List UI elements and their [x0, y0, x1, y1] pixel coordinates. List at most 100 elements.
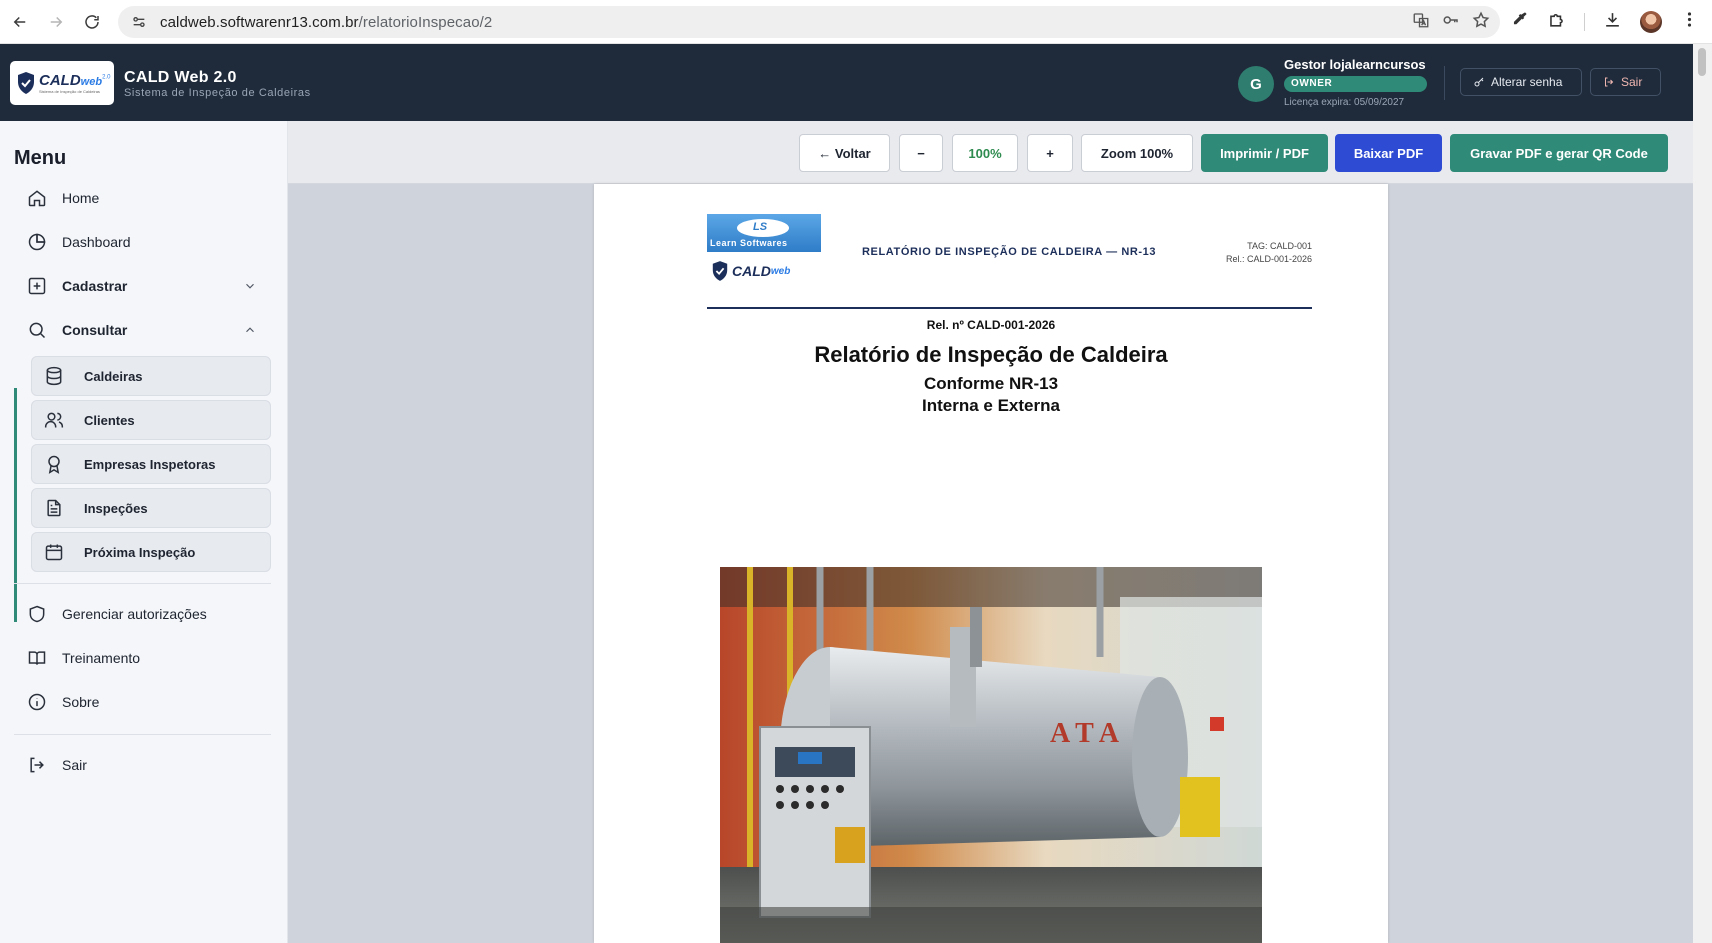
sidebar-divider — [14, 734, 271, 735]
shield-icon — [27, 604, 47, 624]
info-icon — [27, 692, 47, 712]
sidebar-item-label: Sobre — [62, 694, 100, 710]
extensions-icon[interactable] — [1547, 10, 1566, 34]
back-button[interactable]: ← Voltar — [799, 134, 890, 172]
logout-icon — [1605, 77, 1614, 87]
sidebar-item-label: Home — [62, 190, 100, 206]
sidebar-item-cadastrar[interactable]: Cadastrar — [27, 273, 271, 299]
submenu-item-label: Próxima Inspeção — [84, 544, 196, 560]
sidebar-logout[interactable]: Sair — [27, 752, 271, 778]
report-header-title: RELATÓRIO DE INSPEÇÃO DE CALDEIRA — NR-1… — [862, 246, 1157, 258]
sidebar-item-consultar[interactable]: Consultar — [27, 317, 271, 343]
file-text-icon — [44, 498, 64, 518]
shield-logo-icon — [712, 261, 728, 281]
zoom-out-button[interactable]: − — [899, 134, 943, 172]
eyedropper-icon[interactable] — [1510, 10, 1529, 34]
password-key-icon[interactable] — [1442, 11, 1460, 34]
main-content: ← Voltar − 100% + Zoom 100% Imprimir / P… — [288, 121, 1693, 943]
change-password-button[interactable]: Alterar senha — [1460, 68, 1582, 96]
more-options-icon[interactable] — [1680, 10, 1699, 34]
database-icon — [44, 366, 64, 386]
submenu-item-label: Caldeiras — [84, 368, 143, 384]
user-name: Gestor lojalearncursos — [1284, 57, 1426, 72]
book-icon — [27, 648, 47, 668]
sidebar-item-sobre[interactable]: Sobre — [27, 689, 271, 715]
cald-logo-text: CALD — [732, 263, 771, 279]
submenu-indicator — [14, 388, 17, 622]
sidebar-item-label: Cadastrar — [62, 278, 128, 294]
logo-web-text: web — [80, 75, 103, 88]
user-avatar[interactable]: G — [1238, 66, 1274, 102]
page-scrollbar[interactable] — [1693, 44, 1712, 943]
back-icon[interactable] — [2, 4, 38, 40]
zoom-level: 100% — [952, 134, 1018, 172]
submenu-item-proxima-inspecao[interactable]: Próxima Inspeção — [31, 532, 271, 572]
license-expiry: Licença expira: 05/09/2027 — [1284, 97, 1405, 108]
print-pdf-button[interactable]: Imprimir / PDF — [1201, 134, 1328, 172]
site-settings-icon[interactable] — [128, 11, 150, 33]
submenu-item-clientes[interactable]: Clientes — [31, 400, 271, 440]
app-logo[interactable]: CALDweb2.0 Sistema de Inspeção de Caldei… — [10, 61, 114, 105]
app-subtitle: Sistema de Inspeção de Caldeiras — [124, 87, 311, 99]
report-toolbar: ← Voltar − 100% + Zoom 100% Imprimir / P… — [288, 121, 1693, 184]
key-icon — [1474, 77, 1484, 87]
bookmark-star-icon[interactable] — [1472, 11, 1490, 34]
search-icon — [27, 320, 47, 340]
chevron-down-icon[interactable] — [243, 279, 257, 293]
sidebar-item-label: Treinamento — [62, 650, 141, 666]
cald-logo-web: web — [770, 265, 791, 277]
sidebar-item-treinamento[interactable]: Treinamento — [27, 645, 271, 671]
sidebar-item-gerenciar-autorizacoes[interactable]: Gerenciar autorizações — [27, 601, 271, 627]
logo-brand-text: CALD — [39, 71, 81, 89]
forward-icon[interactable] — [38, 4, 74, 40]
browser-toolbar: caldweb.softwarenr13.com.br/relatorioIns… — [0, 0, 1712, 44]
logo-subtext: Sistema de Inspeção de Caldeiras — [39, 88, 100, 94]
sidebar-item-label: Consultar — [62, 322, 128, 338]
plus-square-icon — [27, 276, 47, 296]
header-logout-label: Sair — [1621, 75, 1643, 89]
scrollbar-thumb[interactable] — [1698, 48, 1706, 76]
learn-softwares-logo: LS Learn Softwares — [707, 214, 821, 252]
sidebar-item-home[interactable]: Home — [27, 185, 271, 211]
report-title: Relatório de Inspeção de Caldeira — [814, 342, 1168, 367]
zoom-reset-button[interactable]: Zoom 100% — [1081, 134, 1193, 172]
header-logout-button[interactable]: Sair — [1590, 68, 1661, 96]
ls-logo-text: Learn Softwares — [710, 238, 788, 248]
download-pdf-button[interactable]: Baixar PDF — [1335, 134, 1442, 172]
users-icon — [44, 410, 64, 430]
user-role-badge: OWNER — [1284, 76, 1427, 92]
save-pdf-qr-button[interactable]: Gravar PDF e gerar QR Code — [1450, 134, 1668, 172]
report-number: Rel. nº CALD-001-2026 — [926, 318, 1056, 332]
translate-icon[interactable] — [1412, 11, 1430, 34]
sidebar: Menu Home Dashboard Cadastrar Consultar … — [0, 121, 288, 943]
reload-icon[interactable] — [74, 4, 110, 40]
report-header-rule — [707, 307, 1312, 309]
shield-logo-icon — [18, 72, 34, 94]
cald-web-logo: CALD web — [711, 258, 821, 284]
app-header: CALDweb2.0 Sistema de Inspeção de Caldei… — [0, 44, 1693, 121]
zoom-in-button[interactable]: + — [1027, 134, 1073, 172]
ls-logo-mark: LS — [753, 221, 768, 233]
home-icon — [27, 188, 47, 208]
sidebar-item-label: Dashboard — [62, 234, 131, 250]
app-title: CALD Web 2.0 — [124, 69, 237, 86]
submenu-item-inspecoes[interactable]: Inspeções — [31, 488, 271, 528]
submenu-item-label: Clientes — [84, 412, 135, 428]
header-divider — [1444, 66, 1445, 100]
logo-version: 2.0 — [102, 74, 111, 81]
submenu-item-caldeiras[interactable]: Caldeiras — [31, 356, 271, 396]
sidebar-item-dashboard[interactable]: Dashboard — [27, 229, 271, 255]
report-page: LS Learn Softwares CALD web RELATÓRIO DE … — [594, 184, 1388, 943]
report-subtitle: Conforme NR-13 — [923, 374, 1059, 393]
svg-text:A T A: A T A — [1050, 718, 1120, 749]
sidebar-divider — [14, 583, 271, 584]
chevron-up-icon[interactable] — [243, 323, 257, 337]
download-icon[interactable] — [1603, 10, 1622, 34]
submenu-item-empresas-inspetoras[interactable]: Empresas Inspetoras — [31, 444, 271, 484]
address-bar[interactable]: caldweb.softwarenr13.com.br/relatorioIns… — [118, 6, 1500, 38]
change-password-label: Alterar senha — [1491, 75, 1563, 89]
report-tag-info: TAG: CALD-001 Rel.: CALD-001-2026 — [1226, 240, 1312, 266]
profile-avatar[interactable] — [1640, 11, 1662, 33]
pie-chart-icon — [27, 232, 47, 252]
sidebar-item-label: Sair — [62, 757, 87, 773]
